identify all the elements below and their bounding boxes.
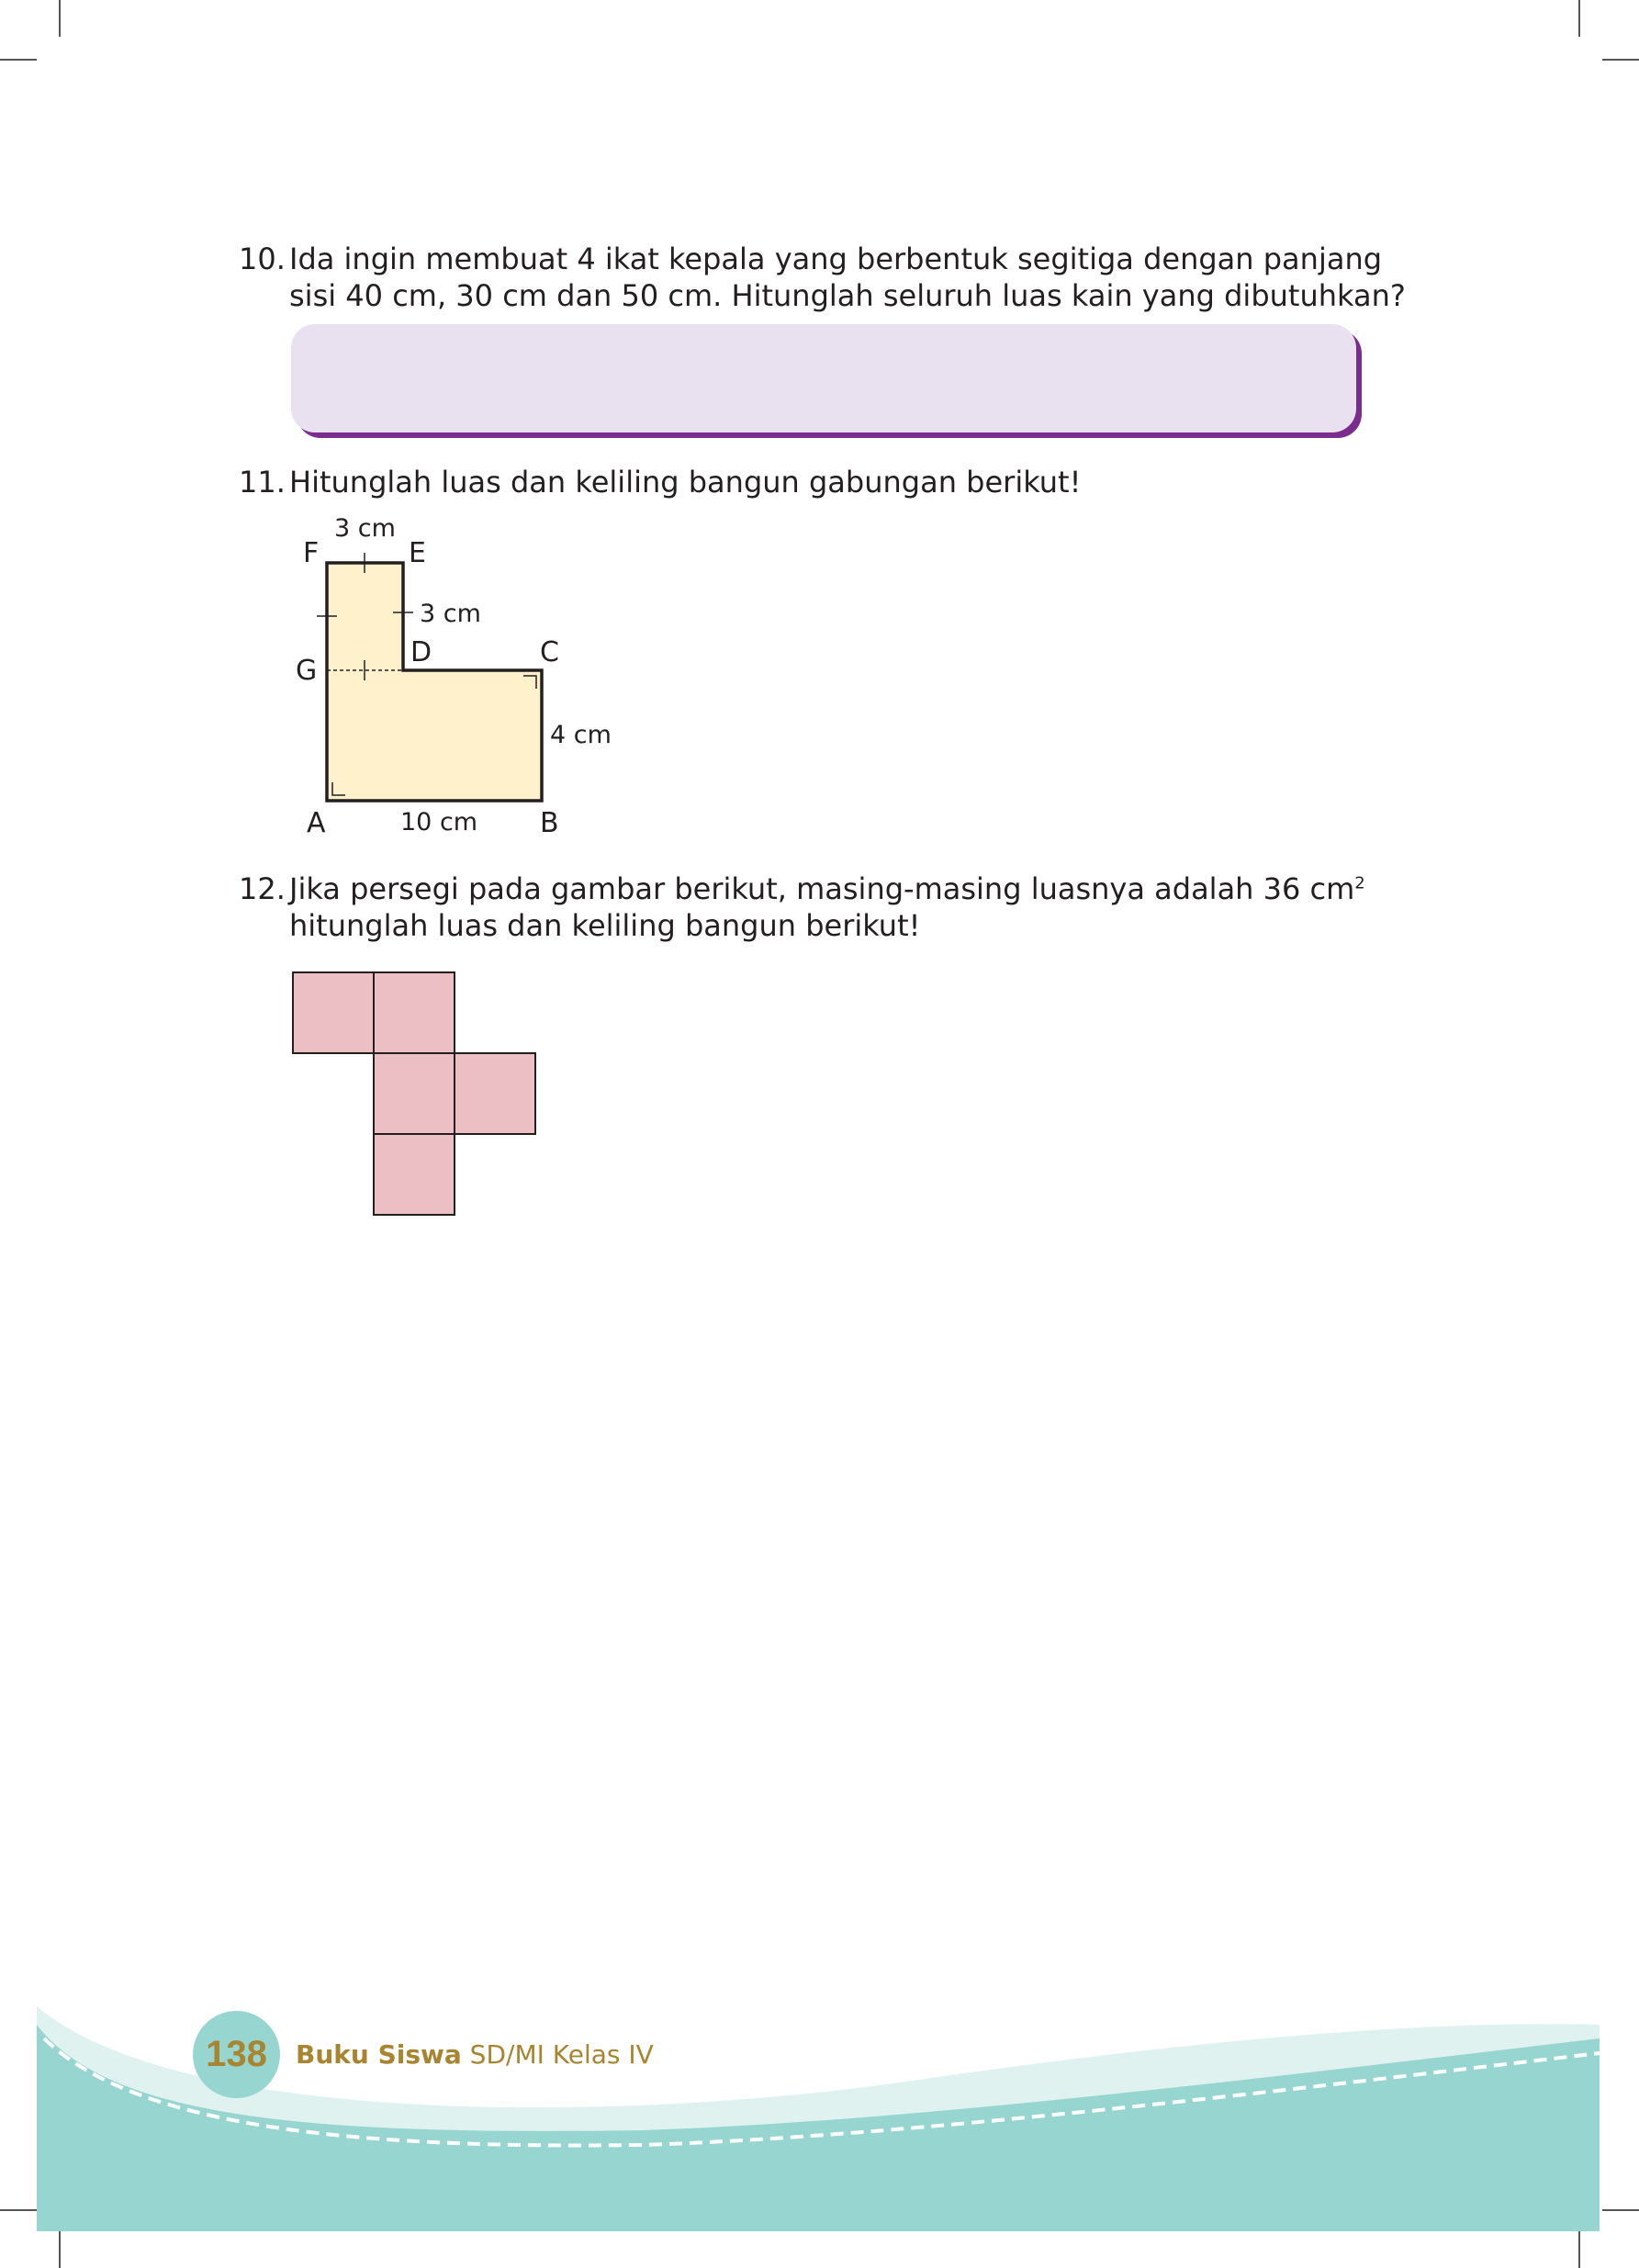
crop-mark	[59, 2231, 61, 2268]
question-text: Jika persegi pada gambar berikut, masing…	[289, 870, 1365, 944]
composite-shape-figure: F E G D C A B 3 cm 3 cm 4 cm 10 cm	[296, 514, 612, 839]
question-text-line: hitunglah luas dan keliling bangun berik…	[289, 908, 921, 943]
book-title: Buku Siswa SD/MI Kelas IV	[296, 2039, 654, 2070]
question-text: Ida ingin membuat 4 ikat kepala yang ber…	[289, 241, 1406, 314]
question-number: 11.	[239, 465, 286, 500]
crop-mark	[59, 0, 61, 37]
question-text-line: Jika persegi pada gambar berikut, masing…	[289, 870, 1365, 907]
page-number: 138	[193, 2011, 280, 2098]
point-label-d: D	[410, 636, 432, 668]
square	[454, 1052, 536, 1135]
crop-mark	[1578, 0, 1580, 37]
point-label-f: F	[303, 537, 319, 569]
book-title-rest: SD/MI Kelas IV	[461, 2039, 654, 2070]
question-number: 12.	[239, 871, 286, 906]
question-12: 12. Jika persegi pada gambar berikut, ma…	[239, 870, 1386, 944]
question-11: 11. Hitunglah luas dan keliling bangun g…	[239, 464, 1386, 500]
question-number: 10.	[239, 241, 286, 276]
answer-box[interactable]	[291, 324, 1356, 432]
question-text-line: Ida ingin membuat 4 ikat kepala yang ber…	[289, 241, 1383, 276]
square	[373, 1133, 455, 1216]
question-text-line: Hitunglah luas dan keliling bangun gabun…	[289, 465, 1082, 500]
point-label-e: E	[409, 537, 426, 569]
question-text: Hitunglah luas dan keliling bangun gabun…	[289, 464, 1081, 500]
squares-figure	[292, 971, 536, 1216]
crop-mark	[0, 59, 37, 61]
question-10: 10. Ida ingin membuat 4 ikat kepala yang…	[239, 241, 1406, 314]
square	[373, 1052, 455, 1135]
footer-bottom-band	[37, 2206, 1600, 2231]
question-text-line: sisi 40 cm, 30 cm dan 50 cm. Hitunglah s…	[289, 278, 1406, 313]
superscript: 2	[1354, 873, 1365, 893]
point-label-g: G	[296, 655, 317, 687]
measure-label-bc: 4 cm	[550, 721, 612, 749]
square	[373, 971, 455, 1054]
composite-shape	[325, 561, 544, 803]
question-text-main: Jika persegi pada gambar berikut, masing…	[289, 871, 1355, 906]
measure-label-ab: 10 cm	[400, 808, 477, 836]
point-label-a: A	[307, 807, 326, 839]
measure-label-top: 3 cm	[334, 514, 396, 543]
square	[292, 971, 375, 1054]
point-label-b: B	[540, 807, 559, 839]
point-label-c: C	[540, 636, 559, 668]
crop-mark	[1602, 59, 1639, 61]
book-title-bold: Buku Siswa	[296, 2039, 462, 2070]
measure-label-ed: 3 cm	[420, 600, 481, 628]
crop-mark	[1578, 2231, 1580, 2268]
